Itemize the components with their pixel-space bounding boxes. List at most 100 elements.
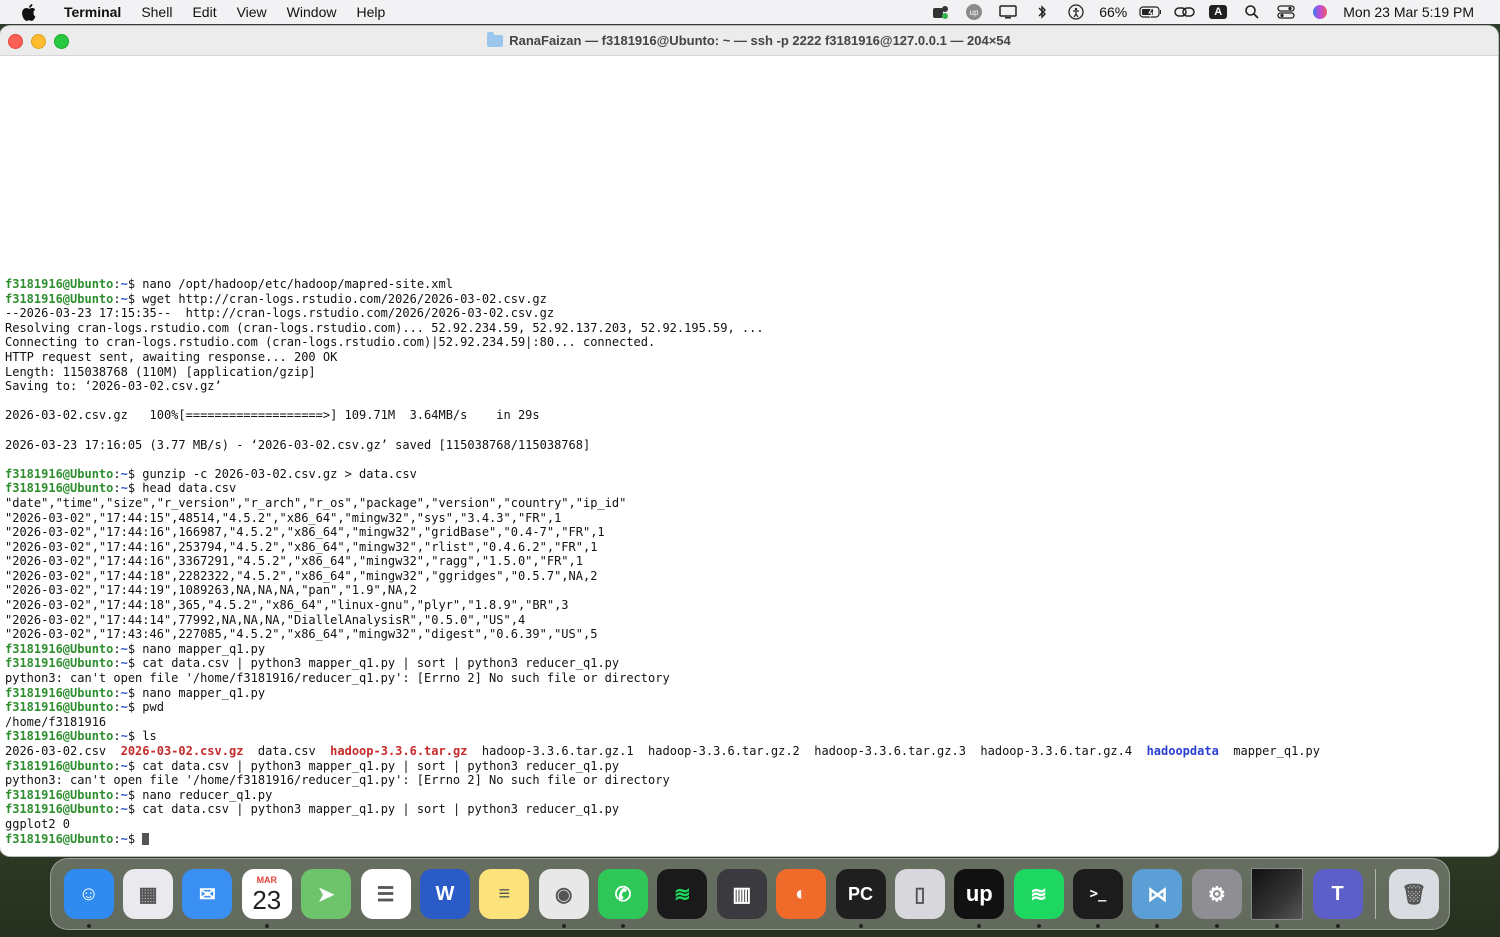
prompt-path: ~ xyxy=(120,277,128,291)
output-text: Length: 115038768 (110M) [application/gz… xyxy=(5,364,316,379)
prompt-path: ~ xyxy=(120,685,128,700)
prompt-path: ~ xyxy=(120,831,128,846)
menu-help[interactable]: Help xyxy=(346,0,395,24)
calendar-icon[interactable]: MAR 23 xyxy=(241,869,292,928)
output-line: 2026-03-02.csv.gz 100%[=================… xyxy=(5,408,1490,423)
spotify-icon[interactable]: ≋ xyxy=(1013,869,1064,928)
prompt-colon: : xyxy=(113,700,121,715)
upwork-status-icon[interactable]: up xyxy=(963,3,985,21)
control-center-icon[interactable] xyxy=(1275,3,1297,21)
running-indicator xyxy=(1214,924,1219,928)
terminal-icon[interactable]: >_ xyxy=(1073,869,1124,928)
gear-icon[interactable]: ⚙ xyxy=(1191,869,1242,928)
prompt-user: f3181916@Ubunto xyxy=(5,802,114,817)
visual-studio-icon[interactable]: ⋈ xyxy=(1132,869,1183,928)
screenshot-icon[interactable] xyxy=(1251,868,1304,928)
notes-icon[interactable]: ≡ xyxy=(479,869,530,919)
output-text: "2026-03-02","17:44:18",365,"4.5.2","x86… xyxy=(5,598,569,613)
spotify-icon-glyph: ≋ xyxy=(674,883,691,906)
calculator-icon[interactable]: ▥ xyxy=(716,869,767,919)
menu-view[interactable]: View xyxy=(227,0,277,24)
link-icon[interactable] xyxy=(1173,3,1196,21)
finder-icon[interactable]: ☺ xyxy=(63,869,114,928)
output-line: HTTP request sent, awaiting response... … xyxy=(5,350,1490,365)
prompt-path: ~ xyxy=(120,787,128,802)
apple-menu-icon[interactable] xyxy=(20,2,40,22)
command-line: f3181916@Ubunto:~$ gunzip -c 2026-03-02.… xyxy=(5,467,1490,482)
command-text: cat data.csv | python3 mapper_q1.py | so… xyxy=(142,656,620,671)
prompt-colon: : xyxy=(113,277,121,291)
teams-icon[interactable]: T xyxy=(1312,869,1363,928)
command-line: f3181916@Ubunto:~$ head data.csv xyxy=(5,481,1490,496)
spotify-icon-glyph: ≋ xyxy=(1030,883,1048,906)
spotify-icon[interactable]: ≋ xyxy=(657,869,708,919)
terminal-output[interactable]: f3181916@Ubunto:~$ nano /opt/hadoop/etc/… xyxy=(5,277,1490,846)
siri-icon[interactable] xyxy=(1309,3,1331,21)
input-source-label: A xyxy=(1209,5,1228,19)
menu-window[interactable]: Window xyxy=(277,0,347,24)
output-text: "2026-03-02","17:44:16",3367291,"4.5.2",… xyxy=(5,554,583,569)
prompt-path: ~ xyxy=(120,481,128,496)
command-line: f3181916@Ubunto:~$ nano /opt/hadoop/etc/… xyxy=(5,277,1490,292)
launchpad-icon[interactable]: ▦ xyxy=(123,869,174,919)
minimize-button[interactable] xyxy=(31,34,46,49)
input-source-icon[interactable]: A xyxy=(1207,3,1229,21)
bluetooth-icon[interactable] xyxy=(1031,3,1053,21)
display-icon[interactable] xyxy=(997,3,1019,21)
command-text: nano /opt/hadoop/etc/hadoop/mapred-site.… xyxy=(142,277,453,291)
output-text: Connecting to cran-logs.rstudio.com (cra… xyxy=(5,335,656,350)
dock: ☺ ▦ ✉ MAR 23 ➤ ☰ W ≡ ◉ ✆ ≋ ▥ ◐ PC ▯ up ≋ >_ ⋈ ⚙ T 🗑 xyxy=(50,858,1450,930)
menu-edit[interactable]: Edit xyxy=(182,0,226,24)
folder-icon xyxy=(487,31,504,47)
output-line: python3: can't open file '/home/f3181916… xyxy=(5,773,1490,788)
prompt-colon: : xyxy=(113,758,121,773)
clock[interactable]: Mon 23 Mar 5:19 PM xyxy=(1343,4,1474,20)
command-text: pwd xyxy=(142,700,164,715)
firefox-icon[interactable]: ◐ xyxy=(776,869,827,919)
output-text: --2026-03-23 17:15:35-- http://cran-logs… xyxy=(5,306,555,321)
zoom-button[interactable] xyxy=(54,34,69,49)
whatsapp-icon[interactable]: ✆ xyxy=(598,869,649,928)
chrome-icon[interactable]: ◉ xyxy=(538,869,589,928)
menu-shell[interactable]: Shell xyxy=(131,0,182,24)
word-icon[interactable]: W xyxy=(419,869,470,919)
close-button[interactable] xyxy=(8,34,23,49)
accessibility-icon[interactable] xyxy=(1065,3,1087,21)
prompt-user: f3181916@Ubunto xyxy=(5,466,114,481)
phone-icon[interactable]: ▯ xyxy=(894,869,945,919)
trash-icon[interactable]: 🗑 xyxy=(1388,869,1439,919)
command-text: nano mapper_q1.py xyxy=(142,685,266,700)
prompt-symbol: $ xyxy=(127,291,143,306)
spotlight-search-icon[interactable] xyxy=(1241,3,1263,21)
command-line: f3181916@Ubunto:~$ cat data.csv | python… xyxy=(5,656,1490,671)
battery-icon[interactable] xyxy=(1139,3,1162,21)
teams-status-icon[interactable] xyxy=(929,3,951,21)
output-text: "date","time","size","r_version","r_arch… xyxy=(5,495,627,510)
running-indicator xyxy=(561,924,566,928)
command-text: head data.csv xyxy=(142,481,237,496)
dock-separator xyxy=(1375,869,1377,919)
maps-icon[interactable]: ➤ xyxy=(301,869,352,919)
prompt-user: f3181916@Ubunto xyxy=(5,831,114,846)
upwork-icon[interactable]: up xyxy=(954,869,1005,928)
output-line: "2026-03-02","17:44:18",365,"4.5.2","x86… xyxy=(5,598,1490,613)
maps-icon-glyph: ➤ xyxy=(317,883,335,906)
reminders-icon[interactable]: ☰ xyxy=(360,869,411,919)
ls-output-line: 2026-03-02.csv 2026-03-02.csv.gz data.cs… xyxy=(5,744,1490,759)
mail-icon[interactable]: ✉ xyxy=(182,869,233,919)
running-indicator xyxy=(1096,924,1101,928)
output-text: 2026-03-23 17:16:05 (3.77 MB/s) - ‘2026-… xyxy=(5,437,591,452)
prompt-colon: : xyxy=(113,802,121,817)
prompt-colon: : xyxy=(113,729,121,744)
menu-app-name[interactable]: Terminal xyxy=(54,0,131,24)
prompt-user: f3181916@Ubunto xyxy=(5,641,114,656)
title-bar[interactable]: RanaFaizan — f3181916@Ubunto: ~ — ssh -p… xyxy=(0,26,1498,56)
prompt-user: f3181916@Ubunto xyxy=(5,481,114,496)
running-indicator xyxy=(264,924,269,928)
pycharm-icon-glyph: PC xyxy=(848,883,874,904)
command-line: f3181916@Ubunto:~$ cat data.csv | python… xyxy=(5,802,1490,817)
output-text: "2026-03-02","17:44:18",2282322,"4.5.2",… xyxy=(5,568,598,583)
prompt-user: f3181916@Ubunto xyxy=(5,787,114,802)
pycharm-icon[interactable]: PC xyxy=(835,869,886,928)
